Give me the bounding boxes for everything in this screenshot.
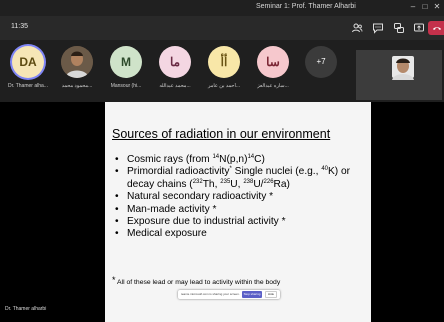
slide-title: Sources of radiation in our environment [112, 127, 331, 141]
participant-name: أحمد بن عامر... [207, 83, 241, 89]
participant-name: محمود محمد... [61, 83, 93, 89]
hide-share-bar-button[interactable]: Hide [265, 291, 277, 298]
more-participants-button[interactable]: +7 [305, 46, 337, 78]
slide-bullet-list: Cosmic rays (from 14N(p,n)14C) Primordia… [113, 154, 367, 241]
self-video-person [356, 50, 442, 100]
participant-name: Dr. Thamer alha... [8, 83, 48, 89]
title-bar: Seminar 1: Prof. Thamer Alharbi – □ ✕ [0, 0, 444, 16]
avatar: M [110, 46, 142, 78]
participant-name: ساره عبدالعز... [257, 83, 289, 89]
minimize-icon[interactable]: – [408, 2, 418, 12]
participant-tile[interactable]: سا ساره عبدالعز... [249, 46, 297, 98]
participant-tile[interactable]: أأ أحمد بن عامر... [200, 46, 248, 98]
screen-share-bar: teams.microsoft.com is sharing your scre… [178, 290, 280, 299]
avatar: سا [257, 46, 289, 78]
participant-tile[interactable]: DA Dr. Thamer alha... [4, 46, 52, 98]
presentation-slide: Sources of radiation in our environment … [105, 102, 371, 322]
participant-tile[interactable]: محمود محمد... [53, 46, 101, 98]
bullet-industrial: Exposure due to industrial activity * [113, 216, 367, 229]
maximize-icon[interactable]: □ [420, 2, 430, 12]
presenter-name: Dr. Thamer alharbi [5, 306, 47, 312]
chat-icon[interactable] [372, 22, 384, 34]
share-tray-icon[interactable] [413, 22, 425, 34]
stop-sharing-button[interactable]: Stop sharing [242, 291, 262, 298]
bullet-medical: Medical exposure [113, 228, 367, 241]
participant-tile[interactable]: ما محمد عبدالله... [151, 46, 199, 98]
share-message: teams.microsoft.com is sharing your scre… [181, 292, 240, 296]
shared-content-stage: Sources of radiation in our environment … [0, 102, 444, 322]
slide-footnote: * All of these lead or may lead to activ… [112, 275, 281, 286]
participant-tile[interactable]: M Mansour (hi... [102, 46, 150, 98]
meeting-toolbar: 11:35 [0, 16, 444, 40]
participant-name: محمد عبدالله... [159, 83, 191, 89]
leave-button[interactable] [428, 21, 444, 35]
window-title: Seminar 1: Prof. Thamer Alharbi [256, 3, 356, 10]
bullet-man-made: Man-made activity * [113, 204, 367, 217]
bullet-natural-secondary: Natural secondary radioactivity * [113, 191, 367, 204]
avatar: DA [12, 46, 44, 78]
participant-name: Mansour (hi... [110, 83, 142, 89]
avatar: ما [159, 46, 191, 78]
breakout-rooms-icon[interactable] [393, 22, 405, 34]
participants-icon[interactable] [351, 22, 363, 34]
bullet-primordial: Primordial radioactivity* Single nuclei … [113, 166, 367, 191]
bullet-cosmic-rays: Cosmic rays (from 14N(p,n)14C) [113, 154, 367, 167]
meeting-timer: 11:35 [11, 23, 28, 30]
self-video-tile [356, 50, 442, 100]
close-icon[interactable]: ✕ [432, 2, 442, 12]
participants-strip: DA Dr. Thamer alha... محمود محمد... M Mansou… [0, 40, 444, 102]
avatar [61, 46, 93, 78]
avatar: أأ [208, 46, 240, 78]
